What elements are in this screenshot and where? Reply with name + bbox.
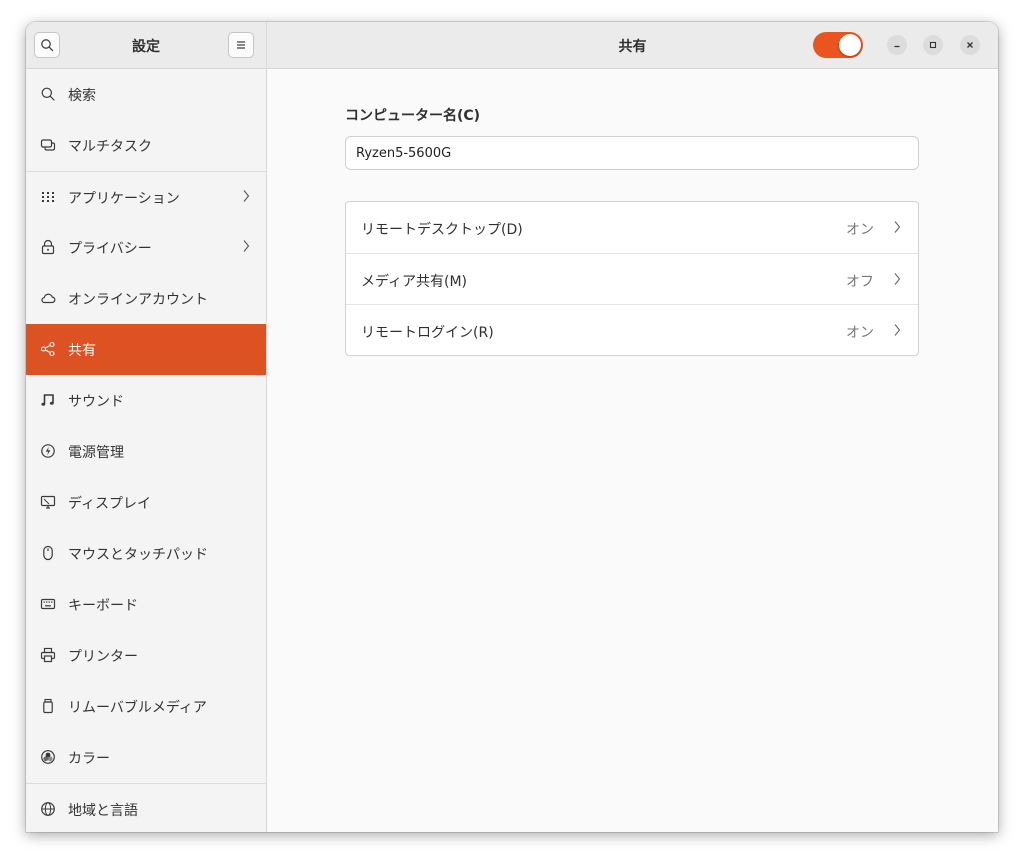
row-status: オフ: [846, 274, 874, 290]
sidebar-item-label: 共有: [68, 343, 96, 359]
row-label: リモートログイン(R): [361, 325, 494, 341]
computer-name-label: コンピューター名(C): [345, 108, 481, 124]
sidebar-item-label: マウスとタッチパッド: [68, 547, 208, 563]
share-icon: [40, 341, 55, 357]
sidebar-item-label: サウンド: [68, 394, 124, 410]
main-menu-button[interactable]: [228, 32, 254, 58]
mouse-icon: [43, 545, 53, 561]
minimize-button[interactable]: [887, 35, 907, 55]
sidebar-item-label: カラー: [68, 751, 110, 767]
toggle-knob: [839, 34, 861, 56]
power-icon: [41, 444, 55, 458]
sidebar-item-label: 電源管理: [68, 445, 124, 461]
main-panel: 共有 コンピューター名(C) Ryzen5-5600G リモートデスクトップ(D…: [267, 22, 998, 832]
sidebar-item-label: マルチタスク: [68, 139, 152, 155]
sidebar-item-label: オンラインアカウント: [68, 292, 208, 308]
sidebar-item-keyboard[interactable]: キーボード: [26, 579, 266, 630]
remote-login-row[interactable]: リモートログイン(R) オン: [346, 304, 918, 355]
sidebar-item-label: キーボード: [68, 598, 138, 614]
maximize-button[interactable]: [923, 35, 943, 55]
sidebar-item-applications[interactable]: アプリケーション: [26, 171, 266, 222]
sidebar-item-label: リムーバブルメディア: [68, 700, 207, 716]
sidebar-item-search[interactable]: 検索: [26, 69, 266, 120]
search-icon: [41, 87, 55, 101]
sharing-services-list: リモートデスクトップ(D) オン メディア共有(M) オフ リモートログイン(R…: [345, 201, 919, 356]
sidebar-item-power[interactable]: 電源管理: [26, 426, 266, 477]
sidebar-item-label: プライバシー: [68, 241, 152, 257]
chevron-right-icon: [894, 273, 901, 285]
sidebar-item-label: ディスプレイ: [68, 496, 152, 512]
sidebar-item-online-accounts[interactable]: オンラインアカウント: [26, 273, 266, 324]
removable-media-icon: [43, 698, 53, 714]
lock-icon: [41, 239, 55, 255]
sidebar-item-display[interactable]: ディスプレイ: [26, 477, 266, 528]
chevron-right-icon: [894, 324, 901, 336]
row-status: オン: [846, 222, 874, 238]
close-button[interactable]: [960, 35, 980, 55]
multitasking-icon: [40, 139, 56, 151]
sidebar-item-privacy[interactable]: プライバシー: [26, 222, 266, 273]
sidebar: 設定 検索 マルチタスク アプリケーション プライバシー オンラインアカウント …: [26, 22, 267, 832]
color-icon: [41, 750, 55, 764]
media-sharing-row[interactable]: メディア共有(M) オフ: [346, 253, 918, 304]
sidebar-item-label: 検索: [68, 88, 96, 104]
sidebar-list: 検索 マルチタスク アプリケーション プライバシー オンラインアカウント 共有 …: [26, 69, 266, 832]
sidebar-item-label: プリンター: [68, 649, 138, 665]
remote-desktop-row[interactable]: リモートデスクトップ(D) オン: [346, 202, 918, 253]
sidebar-item-multitasking[interactable]: マルチタスク: [26, 120, 266, 171]
globe-icon: [41, 802, 55, 816]
sidebar-item-removable-media[interactable]: リムーバブルメディア: [26, 681, 266, 732]
chevron-right-icon: [243, 190, 250, 202]
row-label: リモートデスクトップ(D): [361, 222, 523, 238]
sidebar-item-label: アプリケーション: [68, 191, 180, 207]
sidebar-item-mouse-touchpad[interactable]: マウスとタッチパッド: [26, 528, 266, 579]
close-icon: [967, 42, 973, 48]
keyboard-icon: [40, 598, 56, 610]
row-label: メディア共有(M): [361, 274, 468, 290]
sidebar-header: 設定: [26, 22, 266, 69]
sidebar-item-color[interactable]: カラー: [26, 732, 266, 783]
sidebar-item-region-language[interactable]: 地域と言語: [26, 783, 266, 832]
main-header: 共有: [267, 22, 998, 69]
minimize-icon: [894, 45, 900, 48]
chevron-right-icon: [243, 240, 250, 252]
maximize-icon: [929, 41, 937, 49]
cloud-icon: [41, 293, 56, 304]
sidebar-item-printers[interactable]: プリンター: [26, 630, 266, 681]
sharing-toggle[interactable]: [813, 32, 863, 58]
sidebar-item-sound[interactable]: サウンド: [26, 375, 266, 426]
music-note-icon: [41, 394, 54, 406]
printer-icon: [40, 647, 56, 663]
computer-name-input[interactable]: [345, 136, 919, 170]
chevron-right-icon: [894, 221, 901, 233]
sidebar-item-sharing[interactable]: 共有: [26, 324, 266, 375]
row-status: オン: [846, 325, 874, 341]
apps-grid-icon: [42, 192, 54, 202]
sidebar-item-label: 地域と言語: [68, 803, 138, 819]
settings-window: 設定 検索 マルチタスク アプリケーション プライバシー オンラインアカウント …: [26, 22, 998, 832]
display-icon: [40, 495, 56, 509]
hamburger-menu-icon: [237, 41, 245, 49]
